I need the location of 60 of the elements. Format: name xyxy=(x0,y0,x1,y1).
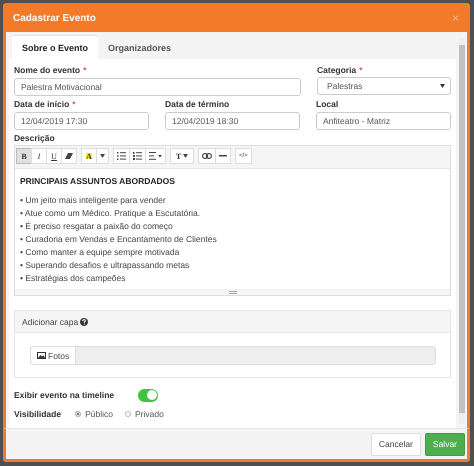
eraser-icon xyxy=(65,152,73,160)
content-line: • Um jeito mais inteligente para vender xyxy=(20,194,167,207)
content-heading: PRINCIPAIS ASSUNTOS ABORDADOS xyxy=(20,176,176,186)
radio-group-label: Visibilidade xyxy=(14,409,62,419)
bullet-list-button[interactable] xyxy=(113,148,130,164)
caret-icon xyxy=(440,84,445,88)
input-field[interactable]: 12/04/2019 18:30 xyxy=(165,112,300,130)
link-button[interactable] xyxy=(198,148,216,164)
content-line: • Estratégias dos campeões xyxy=(20,272,127,285)
radio-label: Privado xyxy=(134,409,164,419)
radio-button[interactable] xyxy=(75,411,82,417)
dropdown-button[interactable] xyxy=(96,148,109,164)
scrollbar[interactable] xyxy=(459,38,465,424)
numbered-list-button[interactable] xyxy=(129,148,146,164)
field-label: Data de término xyxy=(165,99,230,109)
link-icon xyxy=(202,153,212,159)
field-label: Nome do evento xyxy=(14,65,80,75)
toggle-switch[interactable] xyxy=(138,388,158,402)
input-field[interactable]: Palestra Motivacional xyxy=(14,78,301,96)
radio-label: Público xyxy=(85,409,113,419)
help-icon xyxy=(80,318,88,326)
radio-button[interactable] xyxy=(124,411,131,417)
caret-icon xyxy=(183,154,188,158)
content-line: • É preciso resgatar a paixão do começo xyxy=(20,220,174,233)
cancel-button[interactable]: Cancelar xyxy=(370,432,421,456)
required-mark: * xyxy=(83,65,86,75)
underline-button[interactable]: U xyxy=(46,148,62,164)
modal-title: Cadastrar Evento xyxy=(13,12,96,24)
content-line: • Atue como um Médico. Pratique a Escutatória. xyxy=(20,207,202,220)
required-mark: * xyxy=(359,65,363,75)
content-line: • Curadoria em Vendas e Encantamento de Clientes xyxy=(20,233,218,246)
field-label: Local xyxy=(316,99,338,109)
field-label: Data de início xyxy=(14,99,70,109)
content-line: • Como manter a equipe sempre motivada xyxy=(20,246,180,259)
clear-format-button[interactable] xyxy=(61,148,77,164)
input-field[interactable]: 12/04/2019 17:30 xyxy=(14,112,149,130)
category-select[interactable]: Palestras xyxy=(317,77,451,95)
image-icon xyxy=(37,352,46,359)
grip-icon xyxy=(228,291,236,294)
highlight-button[interactable]: A xyxy=(81,148,97,164)
required-mark: * xyxy=(72,99,76,109)
toggle-label: Exibir evento na timeline xyxy=(14,390,114,400)
caret-icon xyxy=(100,154,105,158)
tab[interactable]: Sobre o Evento xyxy=(12,36,98,59)
numbered-list-icon xyxy=(133,152,142,160)
bullet-list-icon xyxy=(117,152,126,160)
bold-button[interactable]: B xyxy=(16,148,32,164)
align-button[interactable] xyxy=(145,148,166,164)
field-label: Categoria xyxy=(317,65,356,75)
horizontal-rule-button[interactable] xyxy=(215,148,231,164)
tab[interactable]: Organizadores xyxy=(98,36,182,59)
input-field[interactable]: Anfiteatro - Matriz xyxy=(316,112,451,130)
italic-button[interactable]: I xyxy=(31,148,47,164)
photos-button[interactable]: Fotos xyxy=(31,347,76,364)
text-size-button[interactable]: T xyxy=(170,148,194,164)
panel-title: Adicionar capa xyxy=(22,316,78,326)
file-input[interactable]: Fotos xyxy=(30,346,436,365)
align-icon xyxy=(149,152,162,160)
content-line: • Superando desafios e ultrapassando metas xyxy=(20,259,190,272)
field-label: Descrição xyxy=(14,133,55,143)
